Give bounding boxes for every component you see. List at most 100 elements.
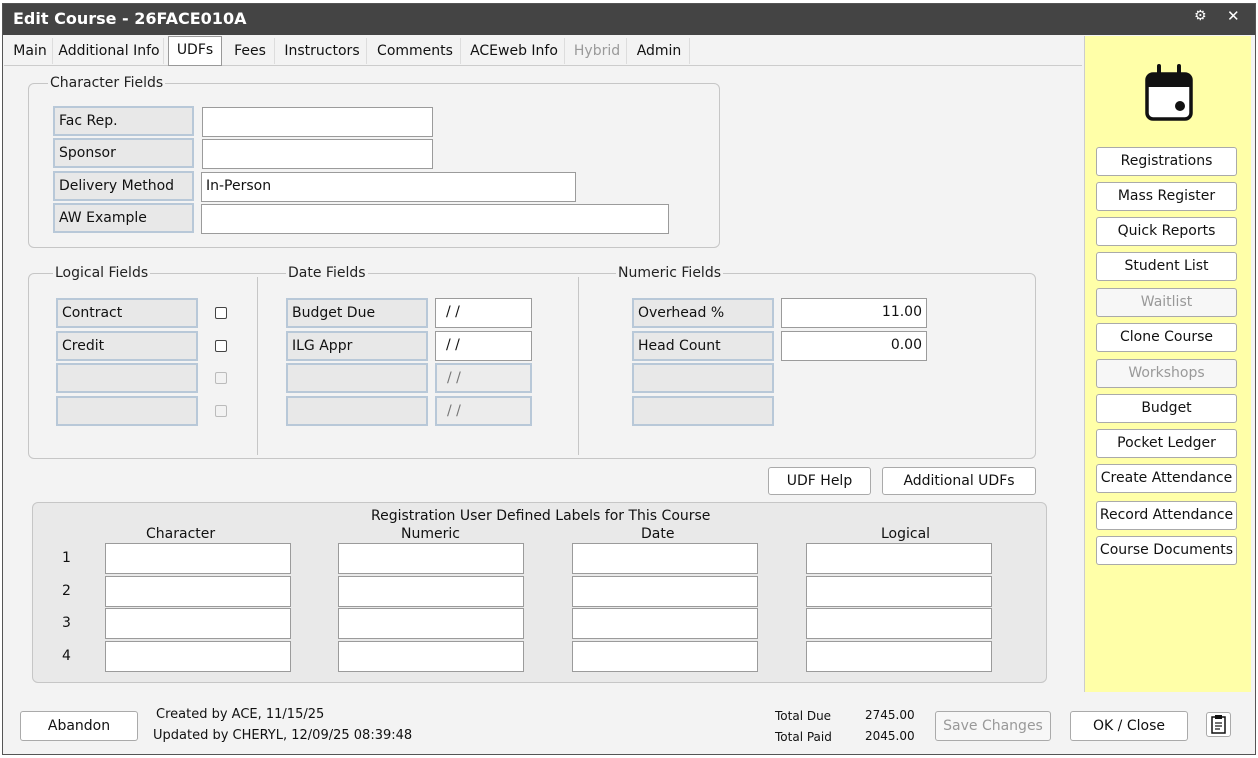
tab-additional-info[interactable]: Additional Info <box>55 38 164 64</box>
reg-logical-input-2[interactable] <box>806 576 992 607</box>
reg-numeric-input-1[interactable] <box>338 543 524 574</box>
course-documents-button[interactable]: Course Documents <box>1096 536 1237 565</box>
reg-character-input-4[interactable] <box>105 641 291 672</box>
row-number: 3 <box>62 615 71 631</box>
workshops-button: Workshops <box>1096 359 1237 388</box>
numeric-label-empty <box>632 396 774 426</box>
char-label-fac-rep: Fac Rep. <box>53 106 194 136</box>
overhead-input[interactable]: 11.00 <box>781 298 927 328</box>
logical-label-credit: Credit <box>56 331 198 361</box>
clone-course-button[interactable]: Clone Course <box>1096 323 1237 352</box>
reg-character-input-3[interactable] <box>105 608 291 639</box>
calendar-icon <box>1144 62 1194 122</box>
total-due-value: 2745.00 <box>865 708 915 722</box>
budget-due-date-input[interactable]: / / <box>435 298 532 328</box>
date-input-disabled: / / <box>435 363 532 393</box>
quick-reports-button[interactable]: Quick Reports <box>1096 217 1237 246</box>
head-count-input[interactable]: 0.00 <box>781 331 927 361</box>
row-number: 1 <box>62 550 71 566</box>
tab-hybrid: Hybrid <box>568 38 627 64</box>
tab-udfs[interactable]: UDFs <box>168 36 222 66</box>
date-input-disabled: / / <box>435 396 532 426</box>
ilg-appr-date-input[interactable]: / / <box>435 331 532 361</box>
logical-label-empty <box>56 363 198 393</box>
reg-date-input-2[interactable] <box>572 576 758 607</box>
window-title: Edit Course - 26FACE010A <box>13 9 247 28</box>
char-label-sponsor: Sponsor <box>53 138 194 168</box>
additional-udfs-button[interactable]: Additional UDFs <box>882 467 1036 495</box>
budget-button[interactable]: Budget <box>1096 394 1237 423</box>
registrations-button[interactable]: Registrations <box>1096 147 1237 176</box>
logical-label-contract: Contract <box>56 298 198 328</box>
gear-icon[interactable]: ⚙ <box>1194 8 1207 24</box>
total-paid-value: 2045.00 <box>865 729 915 743</box>
date-label-empty <box>286 363 428 393</box>
delivery-method-input[interactable]: In-Person <box>201 172 576 202</box>
tab-comments[interactable]: Comments <box>370 38 461 64</box>
reg-numeric-input-4[interactable] <box>338 641 524 672</box>
abandon-button[interactable]: Abandon <box>20 711 138 741</box>
footer-bar <box>4 692 1254 754</box>
tab-instructors[interactable]: Instructors <box>278 38 367 64</box>
column-header-logical: Logical <box>881 526 931 542</box>
row-number: 4 <box>62 648 71 664</box>
reg-date-input-3[interactable] <box>572 608 758 639</box>
numeric-label-overhead: Overhead % <box>632 298 774 328</box>
numeric-fields-legend: Numeric Fields <box>616 265 723 281</box>
clipboard-icon[interactable] <box>1206 712 1231 737</box>
date-label-empty <box>286 396 428 426</box>
reg-date-input-1[interactable] <box>572 543 758 574</box>
reg-numeric-input-2[interactable] <box>338 576 524 607</box>
row-number: 2 <box>62 583 71 599</box>
logical-checkbox-disabled <box>215 405 227 417</box>
date-fields-legend: Date Fields <box>286 265 368 281</box>
tab-bar: Main Additional Info UDFs Fees Instructo… <box>4 36 1082 66</box>
char-label-delivery-method: Delivery Method <box>53 171 194 201</box>
reg-logical-input-1[interactable] <box>806 543 992 574</box>
udf-help-button[interactable]: UDF Help <box>768 467 871 495</box>
record-attendance-button[interactable]: Record Attendance <box>1096 501 1237 530</box>
logical-checkbox-disabled <box>215 372 227 384</box>
logical-fields-legend: Logical Fields <box>53 265 151 281</box>
tab-admin[interactable]: Admin <box>629 38 690 64</box>
divider <box>257 277 258 455</box>
waitlist-button: Waitlist <box>1096 288 1237 317</box>
contract-checkbox[interactable] <box>215 307 227 319</box>
mass-register-button[interactable]: Mass Register <box>1096 182 1237 211</box>
reg-character-input-1[interactable] <box>105 543 291 574</box>
total-due-label: Total Due <box>775 709 832 723</box>
pocket-ledger-button[interactable]: Pocket Ledger <box>1096 429 1237 458</box>
column-header-character: Character <box>146 526 216 542</box>
numeric-label-empty <box>632 363 774 393</box>
char-label-aw-example: AW Example <box>53 203 194 233</box>
create-attendance-button[interactable]: Create Attendance <box>1096 464 1237 493</box>
date-label-ilg-appr: ILG Appr <box>286 331 428 361</box>
tab-fees[interactable]: Fees <box>226 38 275 64</box>
save-changes-button: Save Changes <box>935 711 1051 741</box>
total-paid-label: Total Paid <box>775 730 832 744</box>
sponsor-input[interactable] <box>202 139 433 169</box>
numeric-label-head-count: Head Count <box>632 331 774 361</box>
ok-close-button[interactable]: OK / Close <box>1070 711 1188 741</box>
reg-logical-input-3[interactable] <box>806 608 992 639</box>
created-by-text: Created by ACE, 11/15/25 <box>156 707 325 722</box>
close-icon[interactable]: ✕ <box>1227 7 1240 25</box>
credit-checkbox[interactable] <box>215 340 227 352</box>
divider <box>578 277 579 455</box>
reg-numeric-input-3[interactable] <box>338 608 524 639</box>
updated-by-text: Updated by CHERYL, 12/09/25 08:39:48 <box>153 728 413 743</box>
column-header-numeric: Numeric <box>401 526 460 542</box>
reg-date-input-4[interactable] <box>572 641 758 672</box>
registration-labels-title: Registration User Defined Labels for Thi… <box>371 508 711 524</box>
date-label-budget-due: Budget Due <box>286 298 428 328</box>
reg-logical-input-4[interactable] <box>806 641 992 672</box>
column-header-date: Date <box>641 526 675 542</box>
logical-label-empty <box>56 396 198 426</box>
aw-example-input[interactable] <box>201 204 669 234</box>
tab-aceweb-info[interactable]: ACEweb Info <box>464 38 565 64</box>
fac-rep-input[interactable] <box>202 107 433 137</box>
tab-main[interactable]: Main <box>8 38 53 64</box>
character-fields-legend: Character Fields <box>48 75 166 91</box>
student-list-button[interactable]: Student List <box>1096 252 1237 281</box>
reg-character-input-2[interactable] <box>105 576 291 607</box>
